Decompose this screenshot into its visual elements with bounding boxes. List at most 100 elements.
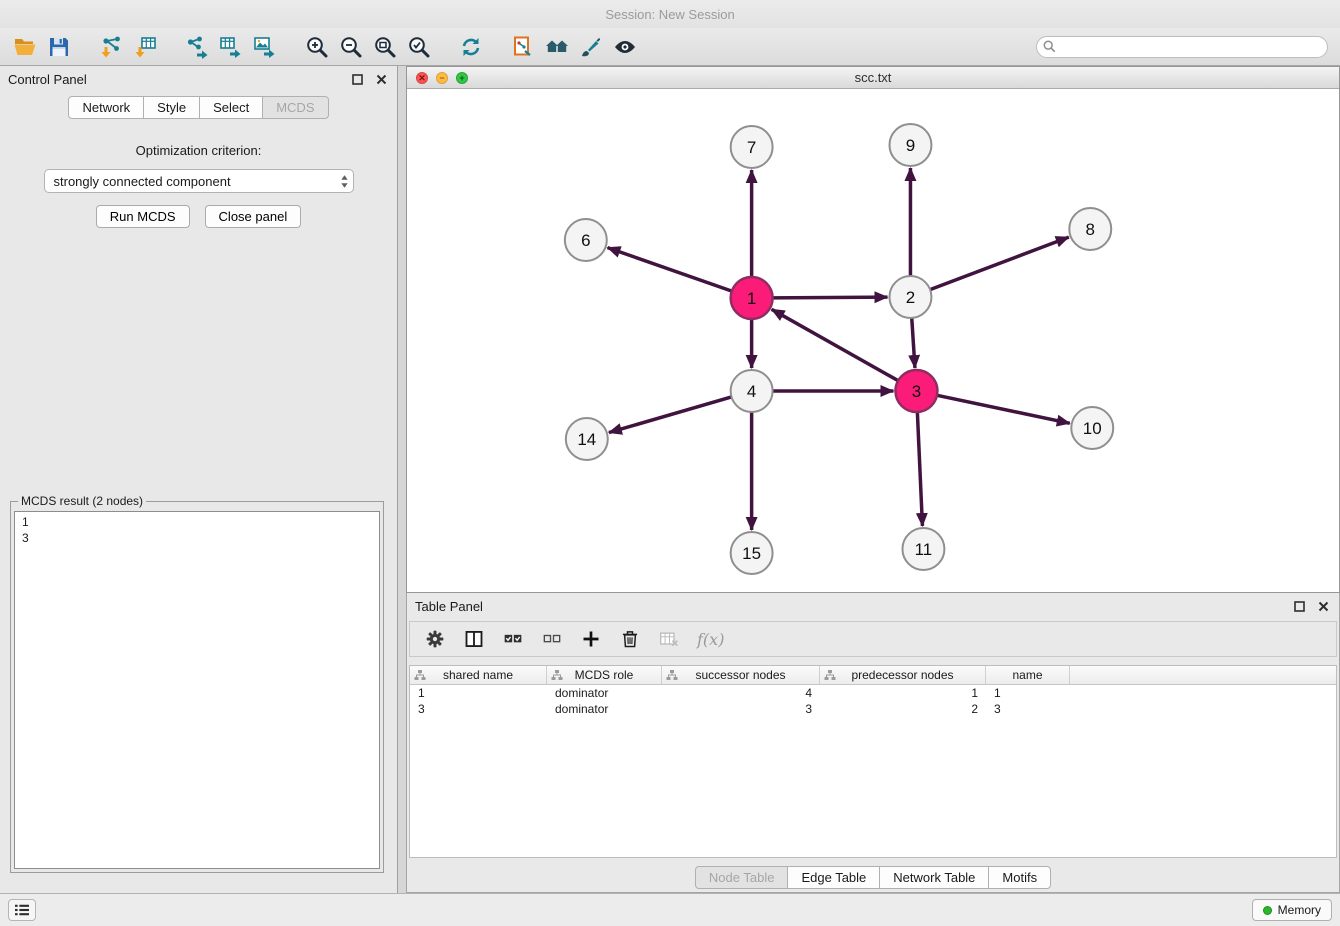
graph-node-label-7: 7 [747, 138, 756, 157]
window-zoom-icon[interactable]: + [456, 72, 468, 84]
graph-node-label-10: 10 [1083, 419, 1102, 438]
network-window-title: scc.txt [855, 70, 892, 85]
tab-node-table[interactable]: Node Table [695, 866, 789, 889]
cell-successor-nodes[interactable]: 3 [662, 702, 820, 716]
tab-mcds[interactable]: MCDS [262, 96, 328, 119]
tab-motifs[interactable]: Motifs [988, 866, 1051, 889]
close-panel-icon[interactable] [373, 71, 389, 87]
cell-mcds-role[interactable]: dominator [547, 686, 662, 700]
add-column-icon[interactable] [580, 628, 602, 650]
graph-edge-3-11[interactable] [917, 412, 922, 526]
tab-style[interactable]: Style [143, 96, 200, 119]
main-toolbar [0, 28, 1340, 66]
graph-edge-2-8[interactable] [930, 237, 1069, 290]
tab-network-table[interactable]: Network Table [879, 866, 989, 889]
deselect-all-columns-icon[interactable] [541, 628, 563, 650]
select-spinner-icon [340, 174, 349, 189]
float-table-panel-icon[interactable] [1291, 598, 1307, 614]
memory-button-label: Memory [1278, 903, 1321, 917]
graph-edge-4-14[interactable] [609, 397, 732, 433]
zoom-out-icon[interactable] [334, 31, 368, 63]
table-row[interactable]: 1 dominator 4 1 1 [410, 685, 1336, 701]
eye-icon[interactable] [608, 31, 642, 63]
window-titlebar: Session: New Session [0, 0, 1340, 28]
cell-shared-name[interactable]: 1 [410, 686, 547, 700]
tab-select[interactable]: Select [199, 96, 263, 119]
panel-splitter[interactable] [398, 66, 406, 893]
cell-predecessor-nodes[interactable]: 1 [820, 686, 986, 700]
column-header-successor-nodes[interactable]: successor nodes [662, 666, 820, 684]
float-panel-icon[interactable] [349, 71, 365, 87]
node-table: shared name MCDS role successor nodes [409, 665, 1337, 858]
table-settings-gear-icon[interactable] [424, 628, 446, 650]
open-session-icon[interactable] [8, 31, 42, 63]
export-network-icon[interactable] [180, 31, 214, 63]
select-all-columns-icon[interactable] [502, 628, 524, 650]
criterion-selected-value: strongly connected component [54, 174, 340, 189]
column-header-name[interactable]: name [986, 666, 1070, 684]
close-table-panel-icon[interactable] [1315, 598, 1331, 614]
window-minimize-icon[interactable]: − [436, 72, 448, 84]
column-header-predecessor-nodes[interactable]: predecessor nodes [820, 666, 986, 684]
home-icon[interactable] [540, 31, 574, 63]
export-image-icon[interactable] [248, 31, 282, 63]
graph-edge-2-3[interactable] [912, 318, 915, 368]
export-table-icon[interactable] [214, 31, 248, 63]
mcds-result-list[interactable]: 1 3 [14, 511, 380, 869]
table-panel: Table Panel [406, 593, 1340, 893]
control-panel-tabs: Network Style Select MCDS [0, 96, 397, 119]
graph-node-label-15: 15 [742, 544, 761, 563]
graph-edge-3-10[interactable] [937, 395, 1070, 423]
zoom-fit-icon[interactable] [368, 31, 402, 63]
cell-shared-name[interactable]: 3 [410, 702, 547, 716]
task-history-button[interactable] [8, 899, 36, 921]
cell-name[interactable]: 3 [986, 702, 1070, 716]
memory-button[interactable]: Memory [1252, 899, 1332, 921]
table-row[interactable]: 3 dominator 3 2 3 [410, 701, 1336, 717]
tab-edge-table[interactable]: Edge Table [787, 866, 880, 889]
run-mcds-button[interactable]: Run MCDS [96, 205, 190, 228]
graph-node-label-3: 3 [912, 382, 921, 401]
import-network-icon[interactable] [94, 31, 128, 63]
graph-edge-1-2[interactable] [773, 297, 888, 298]
table-panel-header: Table Panel [407, 593, 1339, 619]
status-bar: Memory [0, 893, 1340, 926]
paint-icon[interactable] [574, 31, 608, 63]
window-close-icon[interactable]: ✕ [416, 72, 428, 84]
first-neighbors-icon[interactable] [506, 31, 540, 63]
cell-successor-nodes[interactable]: 4 [662, 686, 820, 700]
list-icon [13, 903, 31, 917]
delete-column-icon[interactable] [619, 628, 641, 650]
zoom-in-icon[interactable] [300, 31, 334, 63]
search-input[interactable] [1036, 36, 1328, 58]
zoom-selected-icon[interactable] [402, 31, 436, 63]
column-header-mcds-role[interactable]: MCDS role [547, 666, 662, 684]
optimization-criterion-label: Optimization criterion: [0, 143, 397, 158]
save-session-icon[interactable] [42, 31, 76, 63]
search-icon [1043, 40, 1056, 53]
cell-mcds-role[interactable]: dominator [547, 702, 662, 716]
criterion-select[interactable]: strongly connected component [44, 169, 354, 193]
mcds-result-line: 3 [22, 530, 372, 546]
cell-predecessor-nodes[interactable]: 2 [820, 702, 986, 716]
show-columns-icon[interactable] [463, 628, 485, 650]
graph-edge-1-6[interactable] [607, 248, 731, 292]
graph-node-label-8: 8 [1086, 220, 1095, 239]
refresh-layout-icon[interactable] [454, 31, 488, 63]
tab-network[interactable]: Network [68, 96, 144, 119]
network-graph[interactable]: 7968124314101511 [407, 89, 1339, 592]
column-type-icon [824, 669, 836, 681]
window-title: Session: New Session [605, 7, 734, 22]
function-builder-icon: f(x) [697, 630, 724, 649]
close-panel-button[interactable]: Close panel [205, 205, 302, 228]
control-panel-header: Control Panel [0, 66, 397, 92]
column-type-icon [551, 669, 563, 681]
graph-edge-3-1[interactable] [772, 309, 899, 380]
delete-table-icon [658, 628, 680, 650]
import-table-icon[interactable] [128, 31, 162, 63]
graph-node-label-14: 14 [577, 430, 596, 449]
network-canvas[interactable]: 7968124314101511 [407, 89, 1339, 592]
right-column: ✕ − + scc.txt 79681243141015 [406, 66, 1340, 893]
cell-name[interactable]: 1 [986, 686, 1070, 700]
column-header-shared-name[interactable]: shared name [410, 666, 547, 684]
